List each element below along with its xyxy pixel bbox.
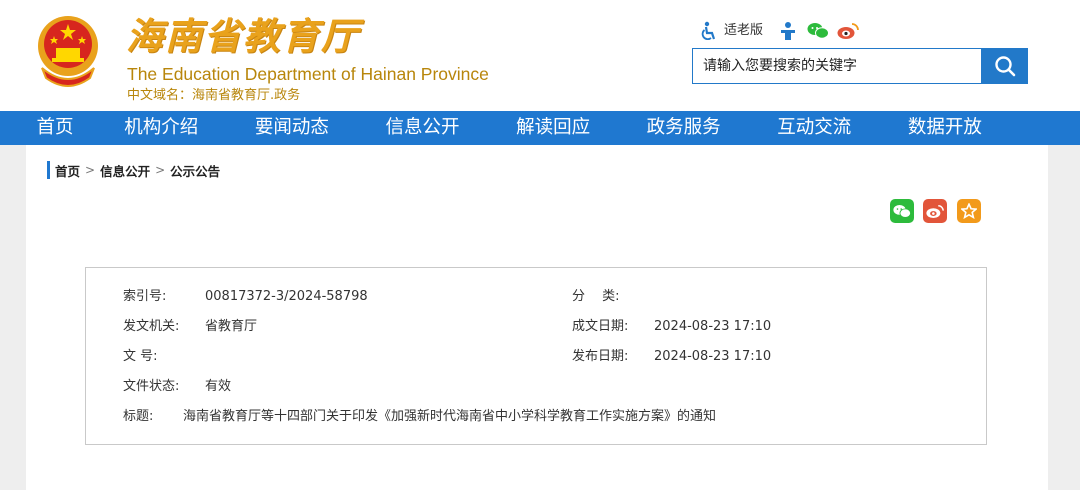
breadcrumb-separator: > — [85, 163, 96, 177]
meta-published-row: 发布日期: 2024-08-23 17:10 — [572, 348, 872, 366]
breadcrumb: 首页 > 信息公开 > 公示公告 — [47, 161, 220, 179]
index-label: 索引号: — [123, 289, 167, 304]
site-title-en: The Education Department of Hainan Provi… — [127, 64, 489, 84]
wechat-share-icon — [893, 204, 911, 218]
nav-interpretation[interactable]: 解读回应 — [488, 111, 619, 145]
meta-issuer-row: 发文机关: 省教育厅 — [123, 318, 523, 336]
favorite-star-icon — [961, 203, 977, 219]
wechat-share-button[interactable] — [890, 199, 914, 223]
search-icon — [994, 56, 1015, 77]
published-date-value: 2024-08-23 17:10 — [654, 349, 772, 364]
breadcrumb-announcements[interactable]: 公示公告 — [170, 161, 220, 180]
elder-mode-link[interactable]: 适老版 — [724, 20, 763, 42]
search-bar — [692, 48, 1028, 84]
meta-index-row: 索引号: 00817372-3/2024-58798 — [123, 288, 523, 306]
national-emblem-icon — [38, 16, 98, 87]
nav-organization[interactable]: 机构介绍 — [96, 111, 227, 145]
issuer-value: 省教育厅 — [205, 319, 258, 334]
meta-created-row: 成文日期: 2024-08-23 17:10 — [572, 318, 872, 336]
main-nav: 首页 机构介绍 要闻动态 信息公开 解读回应 政务服务 互动交流 数据开放 — [0, 111, 1080, 145]
wechat-icon[interactable] — [807, 20, 830, 42]
content-area: 首页 > 信息公开 > 公示公告 索引号: 00817372-3/2024-58… — [26, 145, 1048, 490]
created-date-value: 2024-08-23 17:10 — [654, 319, 772, 334]
person-icon[interactable] — [777, 20, 799, 42]
meta-docno-row: 文 号: — [123, 348, 523, 366]
site-title-cn: 海南省教育厅 — [126, 15, 360, 58]
header-tools: 适老版 — [698, 20, 859, 42]
category-label: 分 类: — [572, 289, 620, 304]
issuer-label: 发文机关: — [123, 319, 180, 334]
weibo-icon[interactable] — [837, 20, 859, 42]
search-input[interactable] — [692, 48, 981, 84]
document-title: 海南省教育厅等十四部门关于印发《加强新时代海南省中小学科学教育工作实施方案》的通… — [183, 409, 717, 424]
status-value: 有效 — [205, 379, 232, 394]
created-date-label: 成文日期: — [572, 319, 629, 334]
breadcrumb-separator: > — [155, 163, 166, 177]
meta-category-row: 分 类: — [572, 288, 872, 306]
nav-gov-services[interactable]: 政务服务 — [618, 111, 749, 145]
document-number-label: 文 号: — [123, 349, 158, 364]
breadcrumb-home[interactable]: 首页 — [55, 161, 80, 180]
document-metadata-box: 索引号: 00817372-3/2024-58798 分 类: 发文机关: 省教… — [85, 267, 987, 445]
nav-news[interactable]: 要闻动态 — [227, 111, 358, 145]
favorite-button[interactable] — [957, 199, 981, 223]
index-value: 00817372-3/2024-58798 — [205, 289, 368, 304]
meta-status-row: 文件状态: 有效 — [123, 378, 523, 396]
weibo-share-icon — [926, 204, 944, 218]
nav-info-disclosure[interactable]: 信息公开 — [357, 111, 488, 145]
nav-interaction[interactable]: 互动交流 — [749, 111, 880, 145]
title-label: 标题: — [123, 409, 154, 424]
nav-open-data[interactable]: 数据开放 — [880, 111, 1011, 145]
weibo-share-button[interactable] — [923, 199, 947, 223]
nav-home[interactable]: 首页 — [0, 111, 96, 145]
meta-title-row: 标题: 海南省教育厅等十四部门关于印发《加强新时代海南省中小学科学教育工作实施方… — [123, 408, 943, 426]
search-button[interactable] — [981, 48, 1028, 84]
accessibility-icon[interactable] — [698, 20, 720, 42]
published-date-label: 发布日期: — [572, 349, 629, 364]
site-header: 海南省教育厅 The Education Department of Haina… — [0, 0, 1080, 111]
chinese-domain-name: 中文域名：海南省教育厅.政务 — [127, 88, 301, 103]
status-label: 文件状态: — [123, 379, 180, 394]
breadcrumb-info-disclosure[interactable]: 信息公开 — [100, 161, 150, 180]
